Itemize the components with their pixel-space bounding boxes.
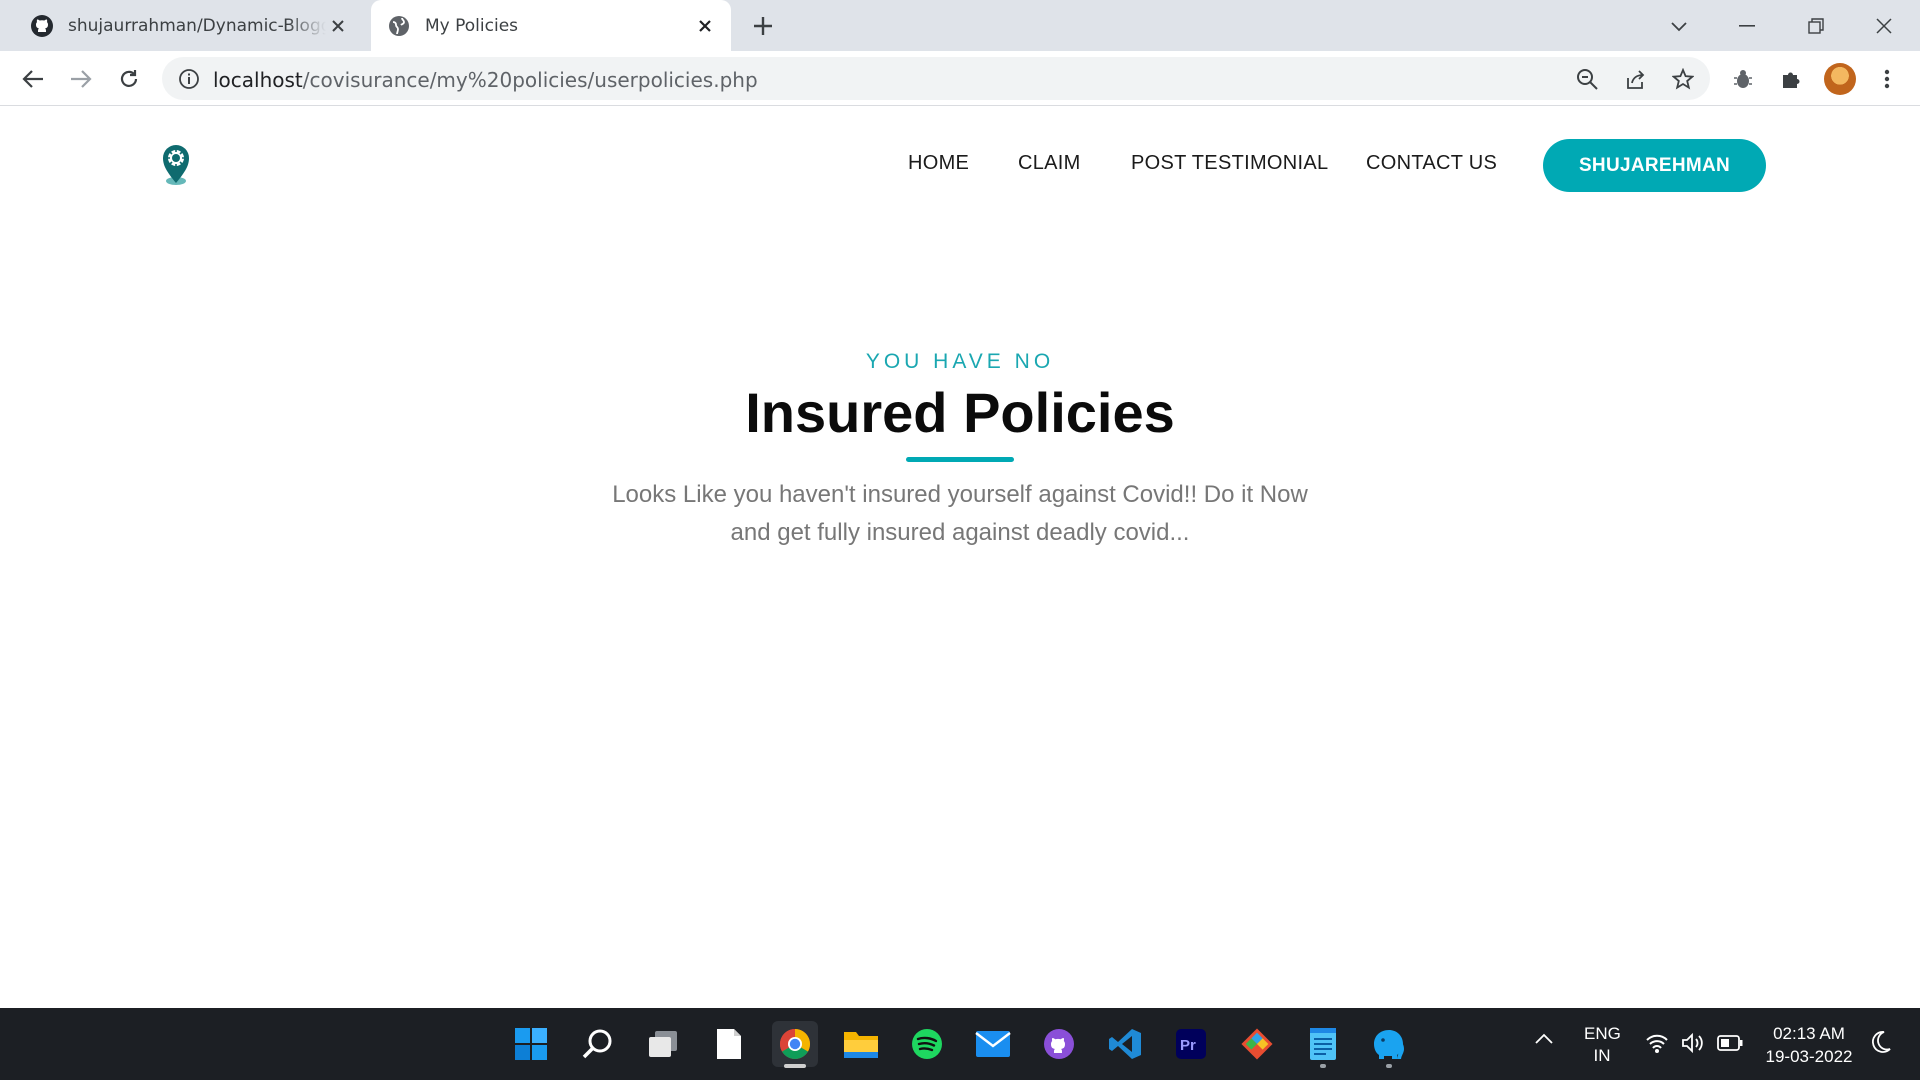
chrome-icon[interactable]: [772, 1021, 818, 1068]
tray-overflow-chevron-icon[interactable]: [1534, 1032, 1554, 1050]
elephant-app-icon[interactable]: [1366, 1021, 1412, 1068]
kebab-menu-icon[interactable]: [1873, 65, 1901, 93]
notepad-icon[interactable]: [1300, 1021, 1346, 1068]
empty-state-description: Looks Like you haven't insured yourself …: [612, 481, 1308, 546]
page-title: Insured Policies: [745, 381, 1175, 444]
share-icon[interactable]: [1623, 67, 1647, 91]
vscode-icon[interactable]: [1102, 1021, 1148, 1067]
browser-toolbar: localhost/covisurance/my%20policies/user…: [0, 51, 1920, 106]
notepad-file-icon[interactable]: [706, 1021, 752, 1067]
premiere-pro-icon[interactable]: Pr: [1168, 1021, 1214, 1067]
nav-contact-us[interactable]: CONTACT US: [1366, 152, 1497, 175]
section-eyebrow: YOU HAVE NO: [865, 350, 1055, 373]
logo-icon[interactable]: [160, 143, 192, 187]
github-icon: [30, 14, 54, 38]
tab-search-chevron-icon[interactable]: [1661, 8, 1697, 44]
nav-home[interactable]: HOME: [908, 152, 969, 175]
clock-date: 19-03-2022: [1765, 1047, 1853, 1066]
tab-title: shujaurrahman/Dynamic-Blogger: [68, 15, 326, 36]
search-icon[interactable]: [574, 1021, 620, 1067]
github-desktop-icon[interactable]: [1036, 1021, 1082, 1067]
active-indicator: [784, 1064, 806, 1068]
globe-icon: [387, 14, 411, 38]
language-indicator[interactable]: ENG IN: [1584, 1023, 1621, 1067]
tab-my-policies[interactable]: My Policies: [371, 0, 731, 51]
volume-icon[interactable]: [1681, 1032, 1705, 1059]
forward-arrow-icon[interactable]: [64, 62, 98, 96]
site-header: HOME CLAIM POST TESTIMONIAL CONTACT US S…: [0, 107, 1920, 222]
title-underline: [906, 457, 1014, 462]
empty-state-section: YOU HAVE NO Insured Policies Looks Like …: [0, 350, 1920, 552]
extensions-puzzle-icon[interactable]: [1777, 65, 1805, 93]
git-icon[interactable]: [1234, 1021, 1280, 1067]
clock-time: 02:13 AM: [1773, 1024, 1845, 1043]
windows-taskbar: Pr ENG IN 02:13 AM 19-03-2022: [0, 1008, 1920, 1080]
nav-claim[interactable]: CLAIM: [1018, 152, 1081, 175]
clock[interactable]: 02:13 AM 19-03-2022: [1760, 1022, 1858, 1068]
user-account-button[interactable]: SHUJAREHMAN: [1543, 139, 1766, 192]
bookmark-star-icon[interactable]: [1671, 67, 1695, 91]
battery-icon[interactable]: [1717, 1034, 1743, 1057]
spotify-icon[interactable]: [904, 1021, 950, 1067]
new-tab-button[interactable]: [749, 12, 777, 40]
minimize-icon[interactable]: [1729, 8, 1765, 44]
region-label: IN: [1593, 1046, 1611, 1065]
task-view-icon[interactable]: [640, 1021, 686, 1067]
close-icon[interactable]: [326, 14, 350, 38]
site-info-icon[interactable]: [178, 68, 200, 90]
url-host: localhost: [213, 68, 303, 92]
url-text[interactable]: localhost/covisurance/my%20policies/user…: [213, 68, 758, 92]
running-indicator: [1320, 1064, 1326, 1068]
zoom-icon[interactable]: [1575, 67, 1599, 91]
tab-github[interactable]: shujaurrahman/Dynamic-Blogger: [14, 0, 364, 51]
nav-post-testimonial[interactable]: POST TESTIMONIAL: [1131, 152, 1328, 175]
browser-tab-strip: shujaurrahman/Dynamic-Blogger My Policie…: [0, 0, 1920, 51]
close-icon[interactable]: [693, 14, 717, 38]
address-bar[interactable]: localhost/covisurance/my%20policies/user…: [162, 57, 1710, 100]
running-indicator: [1386, 1064, 1392, 1068]
svg-text:Pr: Pr: [1180, 1037, 1196, 1054]
back-arrow-icon[interactable]: [16, 62, 50, 96]
restore-icon[interactable]: [1798, 8, 1834, 44]
wifi-icon[interactable]: [1645, 1032, 1669, 1059]
language-label: ENG: [1584, 1024, 1621, 1043]
profile-avatar[interactable]: [1824, 63, 1856, 95]
focus-moon-icon[interactable]: [1870, 1030, 1892, 1059]
url-path: /covisurance/my%20policies/userpolicies.…: [302, 68, 758, 92]
reload-icon[interactable]: [112, 62, 146, 96]
close-window-icon[interactable]: [1866, 8, 1902, 44]
mail-icon[interactable]: [970, 1021, 1016, 1067]
tab-title: My Policies: [425, 15, 519, 36]
bug-extension-icon[interactable]: [1729, 65, 1757, 93]
file-explorer-icon[interactable]: [838, 1021, 884, 1067]
windows-start-icon[interactable]: [508, 1021, 554, 1067]
